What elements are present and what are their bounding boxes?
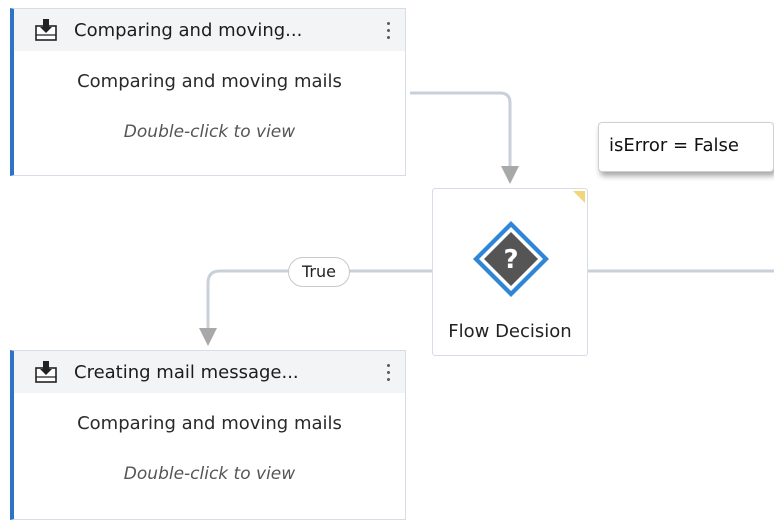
activity-card-creating[interactable]: Creating mail message... Comparing and m… (10, 350, 406, 520)
flow-decision-icon: ? (473, 221, 549, 297)
connector-to-decision[interactable] (410, 91, 512, 168)
true-branch-label: True (288, 257, 350, 287)
more-vertical-icon[interactable] (381, 15, 395, 45)
flow-decision-node[interactable]: ? Flow Decision (432, 188, 588, 356)
arrowhead-true-branch (199, 328, 217, 346)
activity-title: Comparing and moving... (74, 19, 303, 41)
arrowhead-to-decision (501, 166, 519, 184)
activity-card-comparing[interactable]: Comparing and moving... Comparing and mo… (10, 8, 406, 176)
activity-hint: Double-click to view (123, 464, 296, 484)
decision-symbol: ? (503, 245, 518, 275)
activity-header: Creating mail message... (14, 351, 405, 393)
activity-title: Creating mail message... (74, 361, 299, 383)
decision-corner-marker (573, 191, 585, 203)
more-vertical-icon[interactable] (381, 357, 395, 387)
sequence-activity-icon (35, 361, 57, 383)
activity-hint: Double-click to view (123, 122, 296, 142)
sequence-activity-icon (35, 19, 57, 41)
decision-label: Flow Decision (448, 321, 572, 342)
connector-condition-label: isError = False (598, 122, 774, 172)
activity-subtitle: Comparing and moving mails (77, 71, 342, 92)
activity-subtitle: Comparing and moving mails (77, 413, 342, 434)
activity-header: Comparing and moving... (14, 9, 405, 51)
